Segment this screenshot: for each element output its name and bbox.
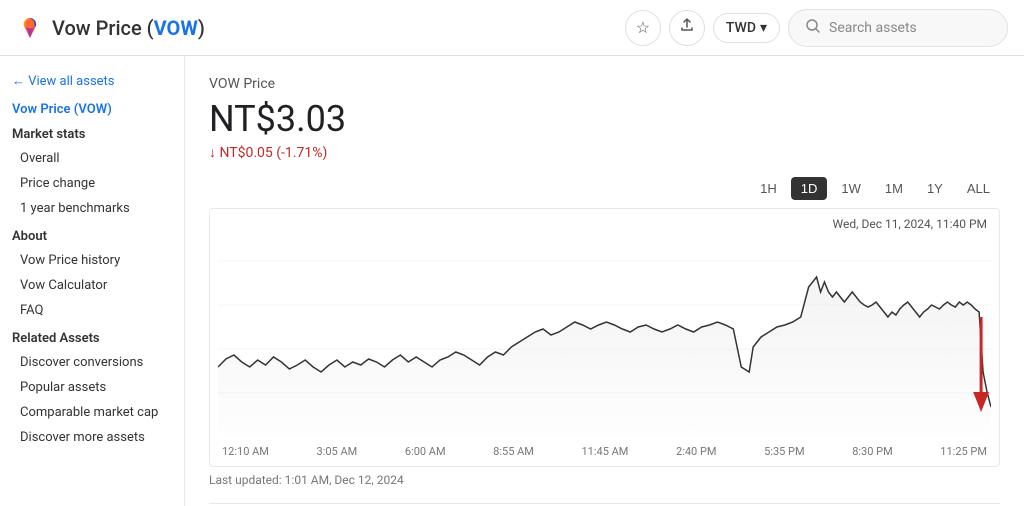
price-value: NT$3.03 (209, 98, 1000, 140)
header-actions: ☆ TWD ▾ Search (625, 9, 1008, 47)
time-btn-1h[interactable]: 1H (750, 177, 787, 200)
x-label-7: 8:30 PM (852, 445, 892, 458)
sidebar-item-vow-calculator[interactable]: Vow Calculator (0, 273, 184, 298)
about-section-title: About (0, 221, 184, 248)
sidebar-item-discover-more-assets[interactable]: Discover more assets (0, 425, 184, 450)
chart-section: 1H 1D 1W 1M 1Y ALL Wed, Dec 11, 2024, 11… (209, 177, 1000, 487)
time-btn-1y[interactable]: 1Y (917, 177, 953, 200)
time-selector: 1H 1D 1W 1M 1Y ALL (209, 177, 1000, 200)
sidebar: ← View all assets Vow Price (VOW) Market… (0, 56, 185, 506)
price-label: VOW Price (209, 76, 1000, 92)
logo-area: Vow Price (VOW) (16, 14, 205, 42)
time-btn-all[interactable]: ALL (957, 177, 1000, 200)
chevron-down-icon: ▾ (760, 20, 767, 36)
sidebar-item-vow-price-history[interactable]: Vow Price history (0, 248, 184, 273)
x-label-8: 11:25 PM (940, 445, 987, 458)
x-label-5: 2:40 PM (676, 445, 716, 458)
x-label-0: 12:10 AM (222, 445, 269, 458)
x-label-2: 6:00 AM (405, 445, 446, 458)
related-assets-section-title: Related Assets (0, 323, 184, 350)
currency-label: TWD (726, 20, 756, 36)
x-label-3: 8:55 AM (493, 445, 534, 458)
price-change-value: ↓ NT$0.05 (-1.71%) (209, 144, 327, 161)
vow-logo-icon (16, 14, 44, 42)
price-change: ↓ NT$0.05 (-1.71%) (209, 144, 1000, 161)
star-icon: ☆ (636, 18, 650, 38)
main-layout: ← View all assets Vow Price (VOW) Market… (0, 56, 1024, 506)
search-placeholder: Search assets (829, 20, 917, 36)
chart-svg (218, 217, 991, 437)
sidebar-item-1year-benchmarks[interactable]: 1 year benchmarks (0, 196, 184, 221)
x-label-4: 11:45 AM (582, 445, 629, 458)
price-chart: Wed, Dec 11, 2024, 11:40 PM (209, 208, 1000, 467)
share-button[interactable] (669, 10, 705, 46)
time-btn-1d[interactable]: 1D (791, 177, 828, 200)
x-label-6: 5:35 PM (764, 445, 804, 458)
sidebar-item-discover-conversions[interactable]: Discover conversions (0, 350, 184, 375)
last-updated: Last updated: 1:01 AM, Dec 12, 2024 (209, 473, 1000, 487)
currency-selector[interactable]: TWD ▾ (713, 13, 780, 43)
chart-x-labels: 12:10 AM 3:05 AM 6:00 AM 8:55 AM 11:45 A… (218, 441, 991, 458)
sidebar-item-comparable-market-cap[interactable]: Comparable market cap (0, 400, 184, 425)
page-title: Vow Price (VOW) (52, 16, 205, 40)
app-container: Vow Price (VOW) ☆ TWD ▾ (0, 0, 1024, 506)
header: Vow Price (VOW) ☆ TWD ▾ (0, 0, 1024, 56)
market-stats-section-title: Market stats (0, 119, 184, 146)
star-button[interactable]: ☆ (625, 10, 661, 46)
search-icon (805, 18, 821, 38)
sidebar-item-price-change[interactable]: Price change (0, 171, 184, 196)
x-label-1: 3:05 AM (317, 445, 358, 458)
time-btn-1m[interactable]: 1M (875, 177, 913, 200)
sidebar-item-popular-assets[interactable]: Popular assets (0, 375, 184, 400)
back-link[interactable]: ← View all assets (0, 68, 184, 94)
search-box[interactable]: Search assets (788, 9, 1008, 47)
main-content: VOW Price NT$3.03 ↓ NT$0.05 (-1.71%) 1H … (185, 56, 1024, 506)
active-asset-link[interactable]: Vow Price (VOW) (12, 102, 172, 117)
chart-timestamp: Wed, Dec 11, 2024, 11:40 PM (833, 217, 987, 231)
time-btn-1w[interactable]: 1W (831, 177, 871, 200)
vow-ticker: VOW (154, 16, 198, 40)
share-icon (679, 17, 695, 38)
sidebar-item-overall[interactable]: Overall (0, 146, 184, 171)
sidebar-item-faq[interactable]: FAQ (0, 298, 184, 323)
